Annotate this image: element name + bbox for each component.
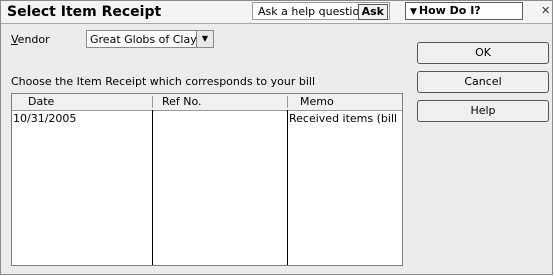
vendor-label-rest: endor [17,33,50,46]
column-header-ref-no[interactable]: Ref No. [162,95,202,108]
help-question-label: Ask a help question [258,5,367,18]
help-question-box[interactable]: Ask a help question Ask [252,2,390,20]
cell-memo: Received items (bill ... [289,112,401,125]
how-do-i-button[interactable]: ▼ How Do I? [405,2,523,20]
column-divider[interactable] [152,96,153,108]
vendor-value: Great Globs of Clay [90,33,197,46]
ok-button[interactable]: OK [417,42,549,64]
ask-button[interactable]: Ask [357,4,388,20]
item-receipt-table[interactable]: Date Ref No. Memo 10/31/2005 Received it… [11,93,403,266]
vendor-dropdown[interactable]: Great Globs of Clay ▼ [86,30,214,48]
column-header-date[interactable]: Date [28,95,54,108]
table-row[interactable]: 10/31/2005 Received items (bill ... [12,112,402,128]
title-bar: Select Item Receipt Ask a help question … [1,1,552,24]
column-header-memo[interactable]: Memo [300,95,334,108]
dropdown-arrow-icon: ▼ [410,7,417,17]
dialog-title: Select Item Receipt [7,4,162,20]
column-divider[interactable] [287,96,288,108]
table-header: Date Ref No. Memo [12,94,402,111]
how-do-i-label: How Do I? [418,4,481,17]
cancel-button[interactable]: Cancel [417,71,549,93]
select-item-receipt-dialog: Select Item Receipt Ask a help question … [0,0,553,275]
vendor-label-accel: V [11,33,18,46]
column-line [152,110,153,265]
cell-date: 10/31/2005 [13,112,77,125]
help-button[interactable]: Help [417,100,549,122]
vendor-label: Vendor [11,33,50,46]
chevron-down-icon[interactable]: ▼ [196,31,213,47]
column-line [287,110,288,265]
close-icon[interactable]: ✕ [541,4,554,18]
instruction-text: Choose the Item Receipt which correspond… [11,75,316,88]
